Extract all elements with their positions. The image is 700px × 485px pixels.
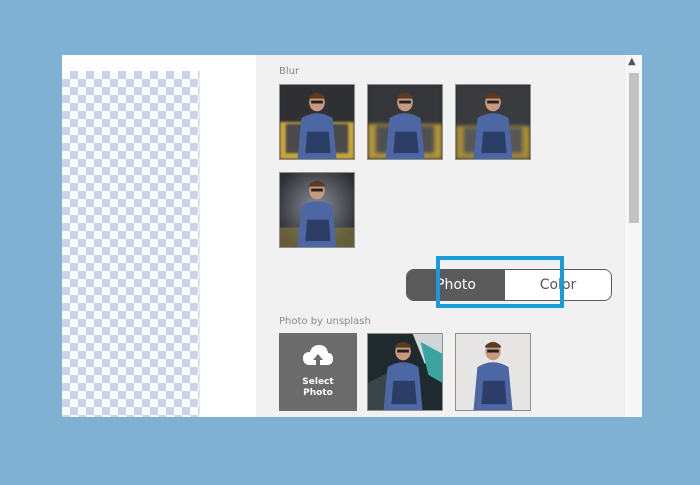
blur-thumbnail-2-image (368, 85, 442, 159)
select-photo-label: Select Photo (279, 377, 357, 399)
scroll-up-arrow-icon[interactable]: ▲ (628, 57, 636, 67)
unsplash-thumbnail-2[interactable] (455, 333, 531, 411)
blur-thumbnail-3[interactable] (455, 84, 531, 160)
blur-thumbnail-4[interactable] (279, 172, 355, 248)
unsplash-thumbnail-1-image (368, 334, 442, 410)
vertical-scrollbar[interactable]: ▲ (624, 55, 642, 417)
scrollbar-thumb[interactable] (629, 73, 639, 223)
blur-thumbnail-1-image (280, 85, 354, 159)
select-photo-button[interactable]: Select Photo (279, 333, 357, 411)
blur-thumbnail-4-image (280, 173, 354, 247)
unsplash-thumbnail-2-image (456, 334, 530, 410)
unsplash-thumbnail-1[interactable] (367, 333, 443, 411)
blur-thumbnail-1[interactable] (279, 84, 355, 160)
select-photo-label-line1: Select (302, 377, 334, 387)
transparent-canvas-preview (62, 71, 200, 417)
background-editor-window: Blur Photo Color Photo by unsplash Selec… (62, 55, 642, 417)
blur-thumbnail-3-image (456, 85, 530, 159)
color-button-highlight-box (436, 256, 564, 308)
select-photo-label-line2: Photo (303, 388, 333, 398)
blur-section-label: Blur (279, 66, 300, 77)
blur-thumbnail-2[interactable] (367, 84, 443, 160)
cloud-upload-icon (303, 345, 333, 369)
photo-by-unsplash-label: Photo by unsplash (279, 316, 371, 327)
